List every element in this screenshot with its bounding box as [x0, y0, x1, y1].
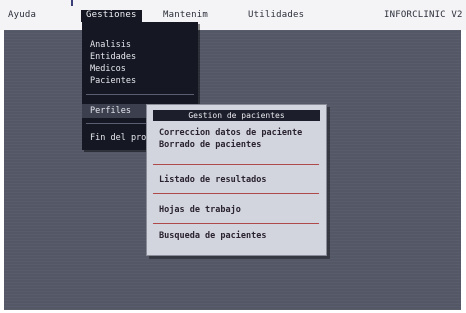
pacientes-submenu: Gestion de pacientes Correccion datos de…: [146, 104, 327, 256]
menu-gestiones[interactable]: Gestiones: [86, 9, 137, 22]
submenu-item-listado[interactable]: Listado de resultados: [159, 175, 266, 185]
screen: Ayuda Gestiones Mantenim Utilidades INFO…: [0, 0, 466, 313]
menu-item-analisis[interactable]: Analisis: [90, 40, 131, 50]
cursor-marker: [71, 0, 73, 6]
menu-item-perfiles[interactable]: Perfiles: [90, 106, 131, 116]
menu-item-pacientes[interactable]: Pacientes: [90, 76, 136, 86]
menu-mantenim[interactable]: Mantenim: [163, 9, 208, 22]
app-title: INFORCLINIC V2: [384, 10, 463, 20]
menu-item-medicos[interactable]: Medicos: [90, 64, 126, 74]
submenu-item-busqueda[interactable]: Busqueda de pacientes: [159, 231, 266, 241]
submenu-separator: [153, 193, 319, 194]
menu-ayuda[interactable]: Ayuda: [8, 9, 36, 22]
menu-separator: [86, 94, 194, 95]
submenu-item-borrado[interactable]: Borrado de pacientes: [159, 140, 261, 150]
submenu-title: Gestion de pacientes: [153, 110, 320, 121]
submenu-separator: [153, 223, 319, 224]
submenu-separator: [153, 164, 319, 165]
menu-bar: Ayuda Gestiones Mantenim Utilidades INFO…: [0, 0, 466, 30]
submenu-item-hojas[interactable]: Hojas de trabajo: [159, 205, 241, 215]
menu-item-entidades[interactable]: Entidades: [90, 52, 136, 62]
submenu-item-correccion[interactable]: Correccion datos de paciente: [159, 128, 302, 138]
menu-utilidades[interactable]: Utilidades: [248, 9, 304, 22]
